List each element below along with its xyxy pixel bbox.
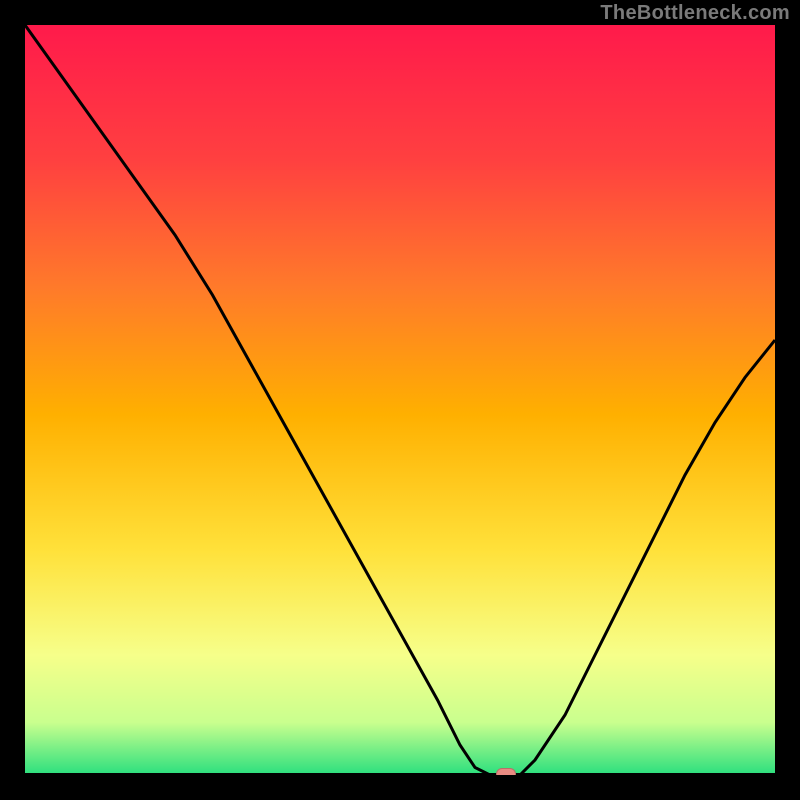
- plot-area: [25, 25, 775, 775]
- chart-frame: TheBottleneck.com: [0, 0, 800, 800]
- optimal-point-marker: [496, 768, 517, 775]
- watermark-label: TheBottleneck.com: [600, 2, 790, 25]
- gradient-background: [25, 25, 775, 775]
